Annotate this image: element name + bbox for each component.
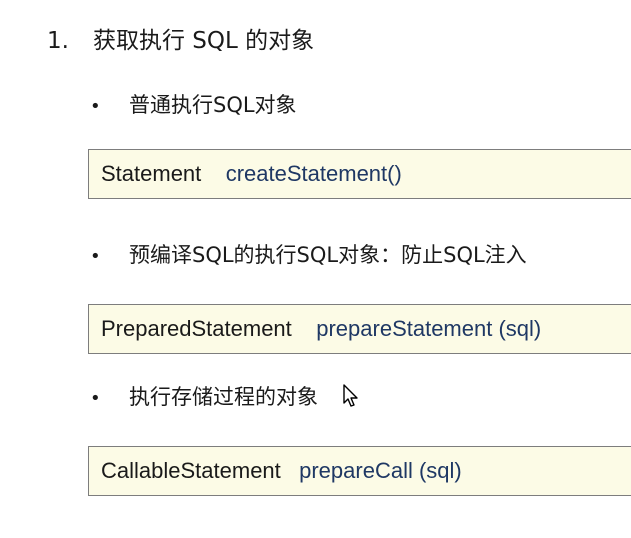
bullet-item-statement: • 普通执行SQL对象 [90, 90, 297, 122]
mouse-pointer-icon [343, 384, 358, 407]
bullet-icon: • [90, 388, 101, 409]
bullet-icon: • [90, 246, 101, 267]
class-name: Statement [101, 161, 202, 186]
bullet-item-prepared-statement: • 预编译SQL的执行SQL对象：防止SQL注入 [90, 240, 527, 272]
heading-text: 获取执行 SQL 的对象 [93, 28, 315, 54]
method-name: createStatement() [225, 161, 402, 186]
bullet-item-callable-statement: • 执行存储过程的对象 [90, 382, 318, 414]
class-name: CallableStatement [101, 458, 281, 483]
bullet-icon: • [90, 96, 101, 117]
code-box-callable-statement: CallableStatement prepareCall (sql) [88, 446, 631, 496]
section-heading: 1. 获取执行 SQL 的对象 [47, 24, 314, 58]
bullet-label: 普通执行SQL对象 [129, 93, 297, 117]
method-name: prepareCall (sql) [299, 458, 462, 483]
method-name: prepareStatement (sql) [316, 316, 542, 341]
heading-number: 1. [47, 28, 69, 54]
code-box-statement: Statement createStatement() [88, 149, 631, 199]
bullet-label: 执行存储过程的对象 [129, 385, 318, 409]
bullet-label: 预编译SQL的执行SQL对象：防止SQL注入 [129, 243, 527, 267]
code-box-prepared-statement: PreparedStatement prepareStatement (sql) [88, 304, 631, 354]
class-name: PreparedStatement [101, 316, 292, 341]
